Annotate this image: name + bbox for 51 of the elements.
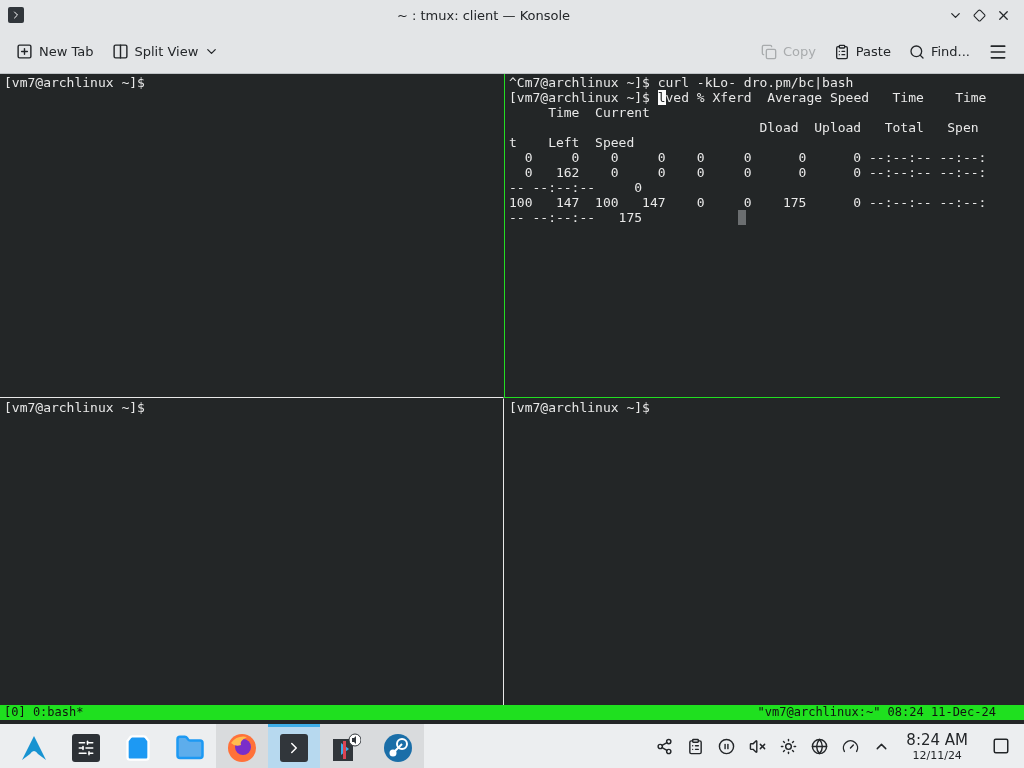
split-view-icon: [111, 43, 129, 60]
terminal-text: 0 0 0 0 0 0 0 0 --:--:-- --:--:: [523, 150, 987, 165]
terminal-text: [vm7@archlinux ~]$: [4, 400, 145, 415]
split-button[interactable]: Split View: [105, 39, 226, 64]
maximize-icon: [973, 8, 986, 22]
terminal-text: ^Cm7@archlinux ~]$ curl -kLo- dro.pm/bc|bash: [509, 75, 854, 90]
terminal-task-button[interactable]: [268, 724, 320, 768]
cursor-character: l: [657, 90, 666, 105]
globe-icon: [811, 737, 829, 755]
copy-icon: [760, 43, 777, 60]
paste-button[interactable]: Paste: [827, 39, 897, 64]
host-time-label: "vm7@archlinux:~" 08:24 11-Dec-24: [757, 705, 996, 720]
terminal-cursor: [738, 210, 747, 225]
muted-speaker-icon: [749, 737, 767, 755]
terminal-text: ved % Xferd Average Speed Time Time: [665, 90, 987, 105]
clipboard-icon: [687, 737, 705, 755]
clock-time: 8:24 AM: [906, 730, 968, 749]
browser-icon: [227, 732, 257, 763]
terminal-pane[interactable]: [504, 74, 1000, 398]
gauge-icon: [842, 737, 860, 755]
settings-icon: [72, 733, 100, 762]
window-title: ~ : tmux: client — Konsole: [395, 7, 572, 23]
new-tab-icon: [16, 43, 33, 60]
terminal-text: 0 162 0 0 0 0 0 0 --:--:-- --:--:: [523, 165, 987, 180]
pause-icon: [718, 737, 736, 755]
terminal-pane[interactable]: [vm7@archlinux ~]$: [504, 398, 1000, 705]
terminal-text: 100 147 100 147 0 0 175 0 --:--:-- --:--:: [509, 195, 987, 210]
terminal-text: [vm7@archlinux ~]$: [4, 75, 145, 90]
show-desktop-icon: [992, 737, 1010, 755]
media-task-button[interactable]: [320, 724, 372, 768]
browser-task-button[interactable]: [216, 724, 268, 768]
clipboard-icon: [833, 43, 850, 60]
session-label: [0] 0:bash*: [4, 705, 84, 720]
terminal-text: [vm7@archlinux ~]$: [509, 90, 651, 105]
new-tab-button[interactable]: New Tab: [10, 39, 100, 64]
terminal-text: Time Current: [547, 105, 650, 120]
terminal-icon: [280, 733, 308, 762]
terminal-text: -- --:--:-- 0: [509, 180, 643, 195]
search-icon: [908, 43, 925, 60]
terminal-text: Dload Upload Total Spen: [758, 120, 979, 135]
steam-icon: [383, 732, 413, 763]
clock-date: 12/11/24: [912, 748, 962, 762]
terminal-text: -- --:--:-- 175: [509, 210, 643, 225]
konsole-app-icon: [8, 7, 24, 23]
media-player-icon: [331, 732, 361, 763]
steam-task-button[interactable]: [372, 724, 424, 768]
terminal-text: t Left Speed: [509, 135, 635, 150]
brightness-icon: [780, 737, 798, 755]
find-button[interactable]: Find...: [902, 39, 976, 64]
terminal-pane[interactable]: [vm7@archlinux ~]$: [0, 74, 504, 398]
terminal-text: [vm7@archlinux ~]$: [509, 400, 650, 415]
